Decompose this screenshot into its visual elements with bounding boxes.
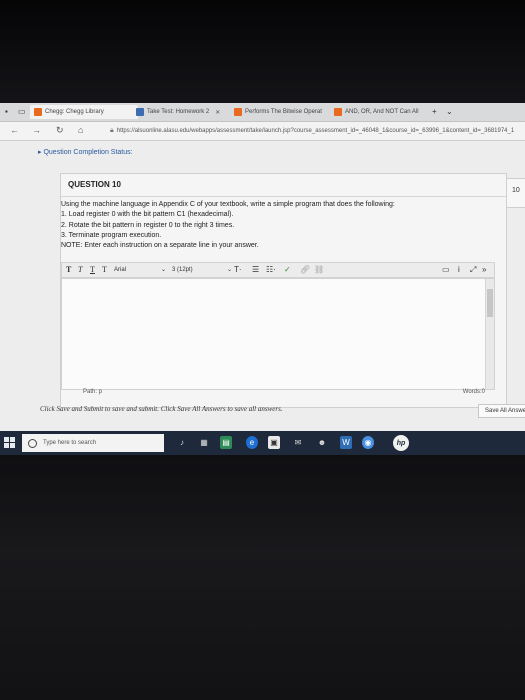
chegg-icon (34, 108, 42, 116)
browser-tab-bar: ▪ ▭ Chegg: Chegg Library Take Test: Home… (0, 103, 525, 122)
question-line: 1. Load register 0 with the bit pattern … (61, 211, 234, 219)
cortana-icon (28, 438, 37, 448)
url-text: https://alsuonline.alasu.edu/webapps/ass… (116, 128, 515, 134)
question-line: 3. Terminate program execution. (61, 231, 162, 239)
lock-icon: 🔒︎ (110, 127, 114, 134)
chevron-down-icon: ⌄ (226, 267, 232, 273)
question-line: NOTE: Enter each instruction on a separa… (61, 242, 259, 250)
expand-toolbar-icon[interactable]: » (482, 265, 486, 274)
chrome-icon[interactable]: ◉ (362, 436, 374, 449)
close-icon[interactable]: ✕ (215, 109, 220, 116)
path-label: Path: p (83, 389, 103, 395)
preview-icon[interactable]: ▭ (442, 265, 450, 274)
chegg-icon (234, 108, 242, 116)
tab-label: Take Test: Homework 2 (147, 109, 210, 115)
word-icon[interactable]: W (340, 436, 352, 449)
tab-label: Performs The Bitwise Operat (245, 109, 322, 115)
windows-taskbar: Type here to search ♪ ▦ ▤ e ▣ ✉ ☻ W ◉ (0, 431, 525, 455)
scrollbar-thumb[interactable] (487, 289, 493, 317)
windows-start-icon[interactable] (4, 437, 16, 449)
fullscreen-icon[interactable]: ⤢ (470, 265, 476, 275)
tab-chegg-library[interactable]: Chegg: Chegg Library (30, 105, 138, 119)
screen: ▪ ▭ Chegg: Chegg Library Take Test: Home… (0, 103, 525, 455)
browser-nav-bar: ← → ↻ ⌂ 🔒︎ https://alsuonline.alasu.edu/… (0, 122, 525, 141)
question-line: 2. Rotate the bit pattern in register 0 … (61, 221, 235, 229)
taskbar-search-input[interactable]: Type here to search (22, 434, 164, 452)
tab-label: AND, OR, And NOT Can All (345, 109, 419, 115)
text-format-icon[interactable]: T· (234, 265, 242, 274)
mail-icon[interactable]: ✉ (292, 436, 304, 449)
store-icon[interactable]: ▤ (220, 436, 232, 449)
question-line: Using the machine language in Appendix C… (61, 201, 395, 208)
numbered-list-icon[interactable]: ☷· (266, 265, 276, 274)
question-header: QUESTION 10 (61, 174, 506, 197)
question-card: QUESTION 10 Using the machine language i… (60, 173, 507, 408)
window-menu-icon[interactable]: ▪ (5, 107, 8, 116)
link-icon[interactable]: 🔗︎ (300, 265, 310, 274)
info-icon[interactable]: i (458, 265, 460, 274)
question-title: QUESTION 10 (68, 180, 121, 189)
bold-icon[interactable]: T (66, 265, 71, 274)
font-family-select[interactable]: Arial ⌄ (114, 265, 166, 274)
unlink-icon[interactable]: ⛓︎ (314, 265, 324, 274)
back-icon[interactable]: ← (10, 125, 19, 135)
chegg-icon (334, 108, 342, 116)
answer-editor[interactable] (61, 278, 495, 390)
italic-icon[interactable]: T (78, 265, 82, 274)
bullet-list-icon[interactable]: ☰ (252, 265, 259, 274)
refresh-icon[interactable]: ↻ (56, 125, 64, 136)
forward-icon[interactable]: → (32, 125, 41, 135)
question-points: 10 (512, 187, 520, 194)
task-view-icon[interactable]: ▦ (198, 436, 210, 449)
monitor-bezel-bottom (0, 455, 525, 700)
tab-bitwise[interactable]: Performs The Bitwise Operat (234, 105, 330, 119)
question-text: Using the machine language in Appendix C… (61, 200, 481, 251)
search-placeholder: Type here to search (43, 440, 97, 446)
underline-icon[interactable]: T (90, 265, 95, 274)
editor-scrollbar[interactable] (485, 279, 494, 389)
tab-and-or-not[interactable]: AND, OR, And NOT Can All (334, 105, 426, 119)
file-explorer-icon[interactable]: ▣ (268, 436, 280, 449)
submit-instructions: Click Save and Submit to save and submit… (40, 405, 283, 413)
hp-logo: hp (393, 435, 409, 451)
tab-switch-icon[interactable]: ▭ (18, 107, 26, 116)
tab-label: Chegg: Chegg Library (45, 109, 104, 115)
question-completion-status[interactable]: ▸ Question Completion Status: (38, 148, 133, 156)
word-count: Words:0 (462, 389, 485, 395)
font-size-select[interactable]: 3 (12pt) ⌄ (172, 265, 232, 274)
tab-dropdown-icon[interactable]: ⌄ (446, 107, 453, 116)
monitor-bezel-top (0, 0, 525, 103)
font-size-value: 3 (12pt) (172, 266, 193, 273)
tab-take-test[interactable]: Take Test: Homework 2 ✕ (136, 105, 228, 119)
new-tab-icon[interactable]: + (432, 107, 437, 116)
people-icon[interactable]: ☻ (316, 436, 328, 449)
editor-toolbar: T T T T Arial ⌄ 3 (12pt) ⌄ T· ☰ ☷· ✓ 🔗︎ … (61, 262, 495, 278)
spellcheck-icon[interactable]: ✓ (284, 265, 291, 274)
chevron-down-icon: ⌄ (160, 267, 166, 273)
editor-status-bar: Path: p Words:0 (61, 389, 493, 399)
save-all-answers-button[interactable]: Save All Answers (478, 404, 525, 418)
home-icon[interactable]: ⌂ (78, 125, 83, 135)
address-bar[interactable]: 🔒︎ https://alsuonline.alasu.edu/webapps/… (110, 125, 522, 137)
edge-icon[interactable]: e (246, 436, 258, 449)
microphone-icon[interactable]: ♪ (176, 436, 188, 449)
font-family-value: Arial (114, 266, 127, 273)
blackboard-icon (136, 108, 144, 116)
strikethrough-icon[interactable]: T (102, 265, 107, 274)
